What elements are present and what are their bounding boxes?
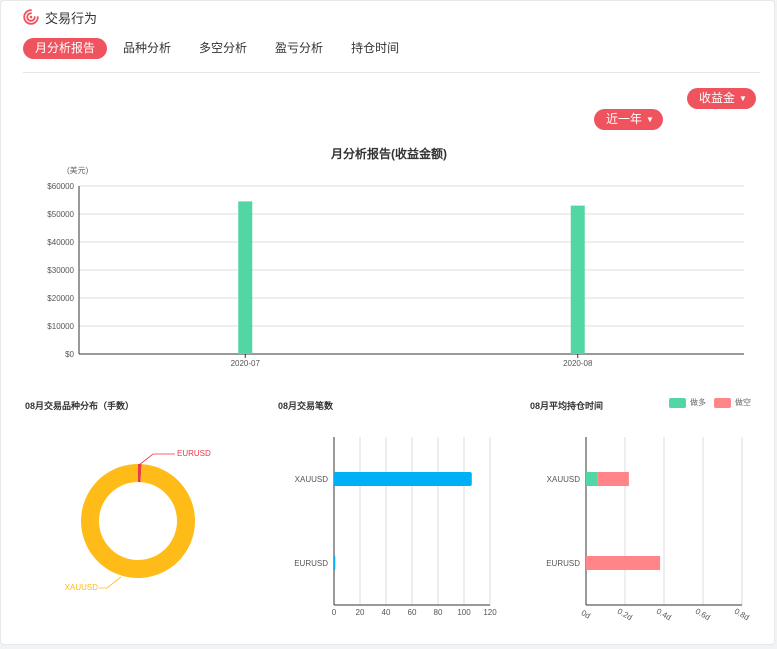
donut-slice[interactable] — [80, 464, 195, 578]
x-tick-label: 0.2d — [616, 607, 634, 623]
trade-count-bar[interactable] — [334, 556, 336, 570]
y-tick-label: $10000 — [47, 322, 74, 331]
x-tick-label: 20 — [356, 608, 365, 617]
y-tick-label: $40000 — [47, 238, 74, 247]
x-tick-label: 80 — [434, 608, 443, 617]
y-unit-label: (美元) — [67, 165, 89, 175]
y-tick-label: XAUUSD — [295, 475, 329, 484]
symbol-distribution-donut: EURUSD XAUUSD — [65, 449, 211, 592]
short-holding-bar[interactable] — [586, 556, 661, 570]
x-tick-label: 0d — [580, 608, 592, 620]
x-tick-label: 100 — [457, 608, 471, 617]
y-tick-label: $60000 — [47, 182, 74, 191]
trade-count-bar[interactable] — [334, 472, 472, 486]
y-tick-label: $20000 — [47, 294, 74, 303]
x-tick-label: 0.4d — [655, 607, 673, 623]
eurusd-leader-line — [138, 453, 175, 466]
profit-bar[interactable] — [570, 205, 585, 354]
y-tick-label: $50000 — [47, 210, 74, 219]
x-tick-label: 0.6d — [694, 607, 712, 623]
holding-time-chart: 0d 0.2d 0.4d 0.6d 0.8d XAUUSD EURUSD — [546, 437, 751, 623]
holding-time-legend: 做多 做空 — [669, 397, 751, 408]
x-tick-label: 2020-08 — [563, 359, 593, 368]
legend-long-swatch[interactable] — [669, 397, 686, 408]
trade-count-chart: 0 20 40 60 80 100 120 XAUUSD EURUSD — [294, 437, 497, 617]
chart-title: 月分析报告(收益金额) — [330, 146, 447, 161]
y-tick-label: $0 — [65, 350, 74, 359]
trading-behavior-card: 交易行为 月分析报告 品种分析 多空分析 盈亏分析 持仓时间 收益金 ▼ 近一年… — [0, 0, 775, 645]
x-tick-label: 120 — [483, 608, 497, 617]
x-tick-label: 0 — [332, 608, 337, 617]
xauusd-slice-label: XAUUSD — [65, 583, 99, 592]
legend-long-label: 做多 — [690, 398, 706, 407]
y-tick-label: EURUSD — [294, 559, 328, 568]
y-tick-label: XAUUSD — [547, 475, 581, 484]
x-tick-label: 40 — [382, 608, 391, 617]
x-tick-label: 0.8d — [733, 607, 751, 623]
y-tick-label: $30000 — [47, 266, 74, 275]
long-holding-bar[interactable] — [586, 472, 598, 486]
profit-bar[interactable] — [238, 201, 253, 354]
x-tick-label: 2020-07 — [231, 359, 261, 368]
xauusd-leader-line — [99, 576, 122, 589]
y-tick-label: EURUSD — [546, 559, 580, 568]
monthly-profit-chart: 月分析报告(收益金额) (美元) $0 $10000 $20000 $30000 $40… — [47, 146, 744, 368]
short-holding-bar[interactable] — [597, 472, 629, 486]
x-tick-label: 60 — [408, 608, 417, 617]
legend-short-swatch[interactable] — [714, 397, 731, 408]
eurusd-slice-label: EURUSD — [177, 449, 211, 458]
legend-short-label: 做空 — [735, 398, 751, 407]
